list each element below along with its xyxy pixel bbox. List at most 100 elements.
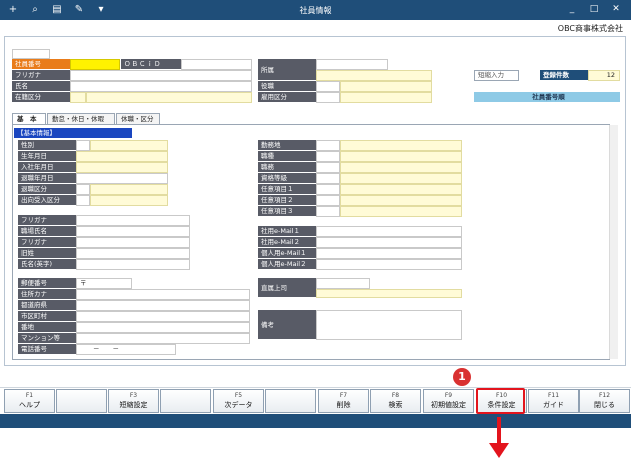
english-name-input[interactable] [76, 259, 190, 270]
name-input[interactable] [70, 81, 252, 92]
optional3-code[interactable] [316, 206, 340, 217]
close-icon[interactable]: ✕ [610, 3, 622, 15]
birth-date-input[interactable] [76, 151, 168, 162]
personal-email1-input[interactable] [316, 248, 462, 259]
registered-count: 12 [588, 70, 620, 81]
scrollbar[interactable] [609, 125, 618, 359]
note-textarea[interactable] [316, 310, 462, 340]
work-email1-input[interactable] [316, 226, 462, 237]
work-email2-input[interactable] [316, 237, 462, 248]
optional1-name [340, 184, 462, 195]
obc-id-label: ＯＢＣｉＤ [121, 59, 181, 70]
tab-attendance[interactable]: 勤怠・休日・休暇 [47, 113, 115, 124]
retire-date-label: 退職年月日 [18, 173, 76, 184]
personal-email2-label: 個人用e-Mail２ [258, 259, 316, 270]
optional3-label: 任意項目３ [258, 206, 316, 217]
furigana-input[interactable] [70, 70, 252, 81]
building-label: マンション等 [18, 333, 76, 344]
prefecture-label: 都道府県 [18, 300, 76, 311]
workplace-label: 勤務地 [258, 140, 316, 151]
work-email2-label: 社用e-Mail２ [258, 237, 316, 248]
workplace-code[interactable] [316, 140, 340, 151]
short-input-button[interactable]: 短縮入力 [474, 70, 519, 81]
f11-guide-button[interactable]: F11 ガイド [528, 389, 579, 413]
tab-leave[interactable]: 休職・区分 [116, 113, 160, 124]
gender-code[interactable] [76, 140, 90, 151]
f2-button [56, 389, 107, 413]
dept-input[interactable] [316, 70, 432, 81]
alt-furigana-input[interactable] [76, 215, 190, 226]
position-code[interactable] [316, 81, 340, 92]
dept-top-box[interactable] [316, 59, 388, 70]
secondment-name [90, 195, 168, 206]
optional2-code[interactable] [316, 195, 340, 206]
personal-email1-label: 個人用e-Mail１ [258, 248, 316, 259]
optional3-name [340, 206, 462, 217]
job-type-code[interactable] [316, 151, 340, 162]
grade-code[interactable] [316, 173, 340, 184]
f5-next-button[interactable]: F5 次データ [213, 389, 264, 413]
maximize-icon[interactable]: □ [588, 3, 600, 15]
registered-label: 登録件数 [540, 70, 588, 81]
city-input[interactable] [76, 311, 250, 322]
status-bar [0, 414, 631, 428]
status-name [86, 92, 252, 103]
retire-date-input[interactable] [76, 173, 168, 184]
boss-code[interactable] [316, 278, 370, 289]
obc-id-field[interactable] [181, 59, 252, 70]
f12-close-button[interactable]: F12 閉じる [579, 389, 630, 413]
building-input[interactable] [76, 333, 250, 344]
f10-highlight-frame [476, 388, 525, 414]
address-kana-input[interactable] [76, 289, 250, 300]
employee-no-input[interactable] [70, 59, 120, 70]
personal-email2-input[interactable] [316, 259, 462, 270]
company-name: OBC商事株式会社 [557, 24, 623, 33]
alt-furigana-label: フリガナ [18, 215, 76, 226]
f1-help-button[interactable]: F1 ヘルプ [4, 389, 55, 413]
gender-name [90, 140, 168, 151]
phone-label: 電話番号 [18, 344, 76, 355]
address-kana-label: 住所カナ [18, 289, 76, 300]
job-type-name [340, 151, 462, 162]
furigana-label: フリガナ [12, 70, 70, 81]
work-name-input[interactable] [76, 226, 190, 237]
optional1-code[interactable] [316, 184, 340, 195]
name-label: 氏名 [12, 81, 70, 92]
old-furigana-input[interactable] [76, 237, 190, 248]
boss-label: 直属上司 [258, 278, 316, 298]
window-title: 社員情報 [299, 6, 332, 15]
secondment-code[interactable] [76, 195, 90, 206]
grade-label: 資格等級 [258, 173, 316, 184]
english-name-label: 氏名(英字) [18, 259, 76, 270]
hire-date-input[interactable] [76, 162, 168, 173]
postal-mark: 〒 [80, 279, 87, 287]
phone-input[interactable]: － － [76, 344, 176, 355]
maiden-name-input[interactable] [76, 248, 190, 259]
duty-label: 職務 [258, 162, 316, 173]
tab-basic[interactable]: 基 本 [12, 113, 46, 124]
f9-default-button[interactable]: F9 初期値設定 [423, 389, 474, 413]
old-furigana-label: フリガナ [18, 237, 76, 248]
status-code[interactable] [70, 92, 86, 103]
street-input[interactable] [76, 322, 250, 333]
street-label: 番地 [18, 322, 76, 333]
sort-order-button[interactable]: 社員番号順 [474, 92, 620, 103]
f3-shortcut-button[interactable]: F3 短縮設定 [108, 389, 159, 413]
minimize-icon[interactable]: _ [566, 3, 578, 15]
code-box[interactable] [12, 49, 50, 59]
grade-name [340, 173, 462, 184]
f4-button [160, 389, 211, 413]
f7-delete-button[interactable]: F7 削除 [318, 389, 369, 413]
retire-type-code[interactable] [76, 184, 90, 195]
f8-search-button[interactable]: F8 検索 [370, 389, 421, 413]
prefecture-input[interactable] [76, 300, 250, 311]
employment-code[interactable] [316, 92, 340, 103]
f6-button [265, 389, 316, 413]
postal-code-input[interactable]: 〒 [76, 278, 132, 289]
hire-date-label: 入社年月日 [18, 162, 76, 173]
employment-name [340, 92, 432, 103]
birth-date-label: 生年月日 [18, 151, 76, 162]
duty-code[interactable] [316, 162, 340, 173]
work-name-label: 職場氏名 [18, 226, 76, 237]
optional2-label: 任意項目２ [258, 195, 316, 206]
